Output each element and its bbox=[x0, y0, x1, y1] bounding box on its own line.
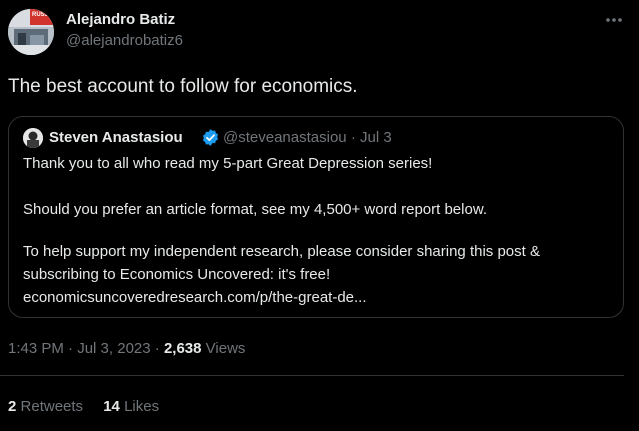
author-avatar[interactable]: RUSSI bbox=[8, 9, 54, 55]
quoted-text-line: Thank you to all who read my 5-part Grea… bbox=[23, 155, 433, 172]
author-handle[interactable]: @alejandrobatiz6 bbox=[66, 32, 183, 49]
meta-separator: · bbox=[154, 340, 160, 357]
views-label: Views bbox=[205, 340, 246, 357]
meta-separator: · bbox=[68, 340, 74, 357]
retweets-count: 2 bbox=[8, 398, 17, 415]
quoted-tweet-card[interactable]: Steven Anastasiou @steveanastasiou · Jul… bbox=[8, 116, 624, 318]
quoted-link-text: economicsuncoveredresearch.com/p/the-gre… bbox=[23, 289, 367, 306]
avatar-badge-text: RUSSI bbox=[32, 12, 51, 18]
engagement-stats: 2 Retweets 14 Likes bbox=[8, 398, 175, 415]
quoted-date: Jul 3 bbox=[359, 129, 392, 146]
quoted-text-line: To help support my independent research,… bbox=[23, 243, 540, 260]
tweet-metadata: 1:43 PM · Jul 3, 2023 · 2,638 Views bbox=[8, 340, 245, 357]
retweets-label: Retweets bbox=[20, 398, 84, 415]
quoted-author-name: Steven Anastasiou bbox=[49, 129, 183, 146]
quoted-text-line: Should you prefer an article format, see… bbox=[23, 201, 487, 218]
likes-label: Likes bbox=[124, 398, 160, 415]
quoted-text-line: subscribing to Economics Uncovered: it's… bbox=[23, 266, 331, 283]
tweet-time[interactable]: 1:43 PM bbox=[8, 340, 64, 357]
quoted-author-handle: @steveanastasiou bbox=[223, 129, 347, 146]
more-horizontal-icon bbox=[606, 18, 622, 22]
tweet-date[interactable]: Jul 3, 2023 bbox=[77, 340, 150, 357]
quoted-author-meta: @steveanastasiou · Jul 3 bbox=[223, 129, 392, 146]
more-options-button[interactable] bbox=[602, 8, 626, 32]
likes-count: 14 bbox=[103, 398, 120, 415]
author-name[interactable]: Alejandro Batiz bbox=[66, 11, 175, 28]
meta-separator: · bbox=[350, 129, 356, 146]
quoted-avatar-image bbox=[23, 128, 43, 148]
divider bbox=[0, 375, 624, 376]
tweet-text: The best account to follow for economics… bbox=[8, 76, 358, 97]
retweets-link[interactable]: 2 Retweets bbox=[8, 398, 83, 415]
views-count: 2,638 bbox=[163, 340, 202, 357]
quoted-author-avatar bbox=[23, 128, 43, 148]
likes-link[interactable]: 14 Likes bbox=[103, 398, 159, 415]
verified-badge-icon bbox=[201, 128, 220, 147]
